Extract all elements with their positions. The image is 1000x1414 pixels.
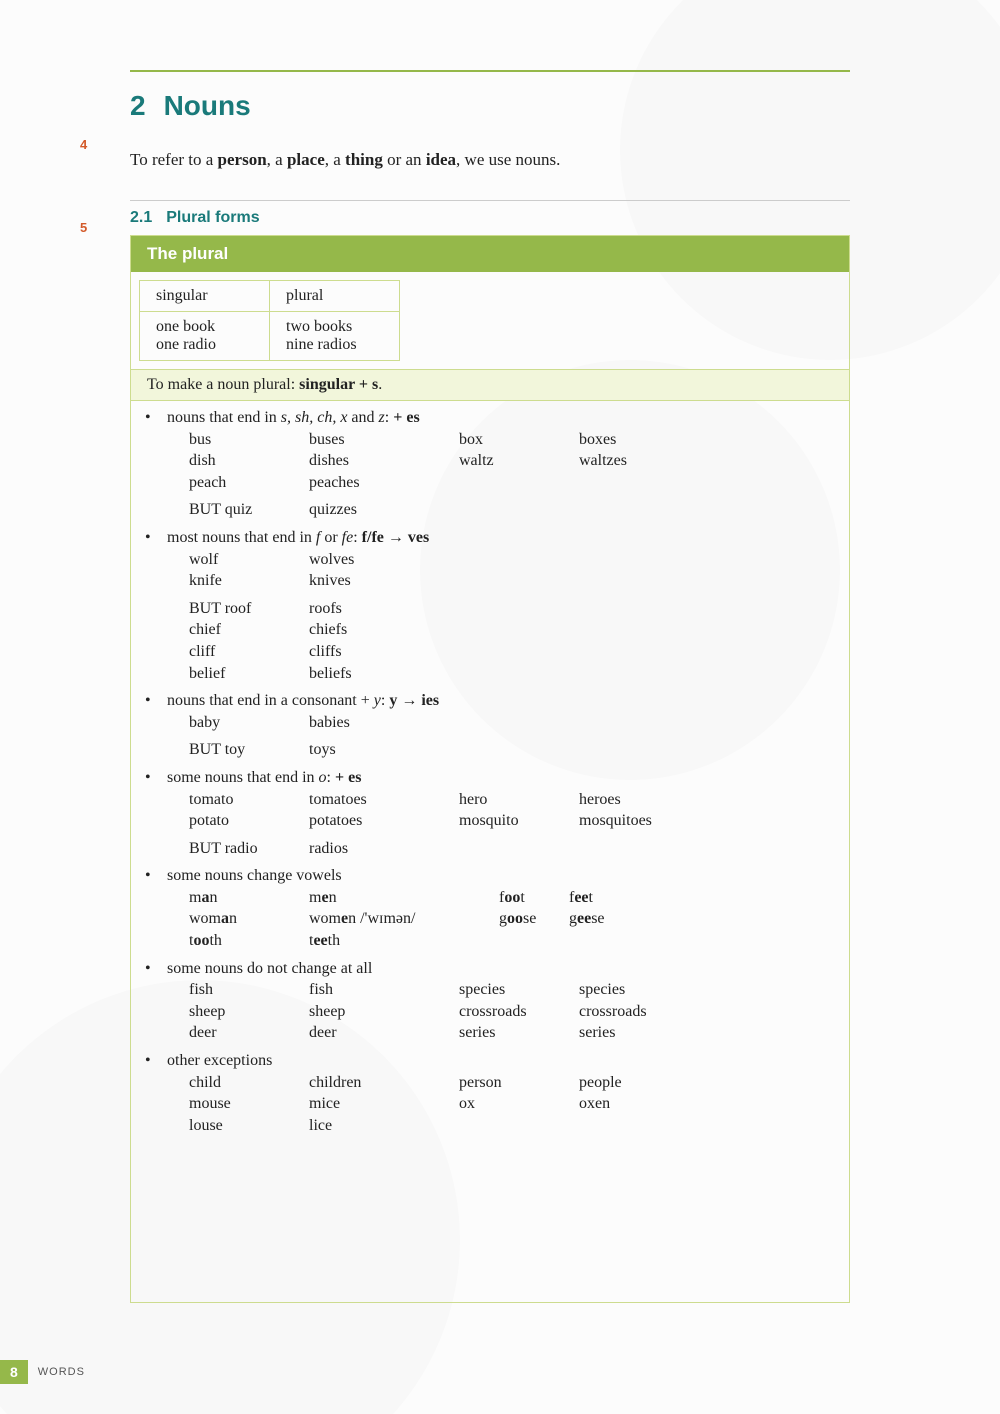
chapter-heading: 2 Nouns: [130, 90, 850, 122]
page-number: 8: [0, 1360, 28, 1384]
subsection-heading-wrap: 2.1 Plural forms: [130, 200, 850, 227]
box-header: The plural: [131, 236, 849, 272]
table-header-plural: plural: [270, 281, 400, 312]
rule-es: • nouns that end in s, sh, ch, x and z: …: [139, 407, 841, 521]
bullet-icon: •: [139, 407, 167, 429]
subsection-number: 2.1: [130, 209, 152, 226]
table-cell: one bookone radio: [140, 312, 270, 361]
rule-other: • other exceptions childchildrenpersonpe…: [139, 1050, 841, 1136]
bullet-icon: •: [139, 865, 167, 887]
rule-no-change: • some nouns do not change at all fishfi…: [139, 958, 841, 1044]
rule-title: some nouns that end in o: + es: [167, 767, 841, 789]
rule-title: some nouns do not change at all: [167, 958, 841, 980]
section-label: WORDS: [38, 1366, 85, 1378]
bullet-icon: •: [139, 527, 167, 549]
table-cell: two booksnine radios: [270, 312, 400, 361]
bullet-icon: •: [139, 767, 167, 789]
table-header-singular: singular: [140, 281, 270, 312]
rules-list: • nouns that end in s, sh, ch, x and z: …: [131, 401, 849, 1302]
bullet-icon: •: [139, 690, 167, 712]
plural-box: The plural singular plural one bookone r…: [130, 235, 850, 1303]
chapter-title-text: Nouns: [164, 90, 251, 121]
intro-paragraph: To refer to a person, a place, a thing o…: [130, 150, 850, 170]
rule-title: nouns that end in s, sh, ch, x and z: + …: [167, 407, 841, 429]
rule-title: most nouns that end in f or fe: f/fe → v…: [167, 527, 841, 549]
subsection-title: Plural forms: [166, 209, 259, 226]
rule-title: nouns that end in a consonant + y: y → i…: [167, 690, 841, 712]
rule-oes: • some nouns that end in o: + es tomatot…: [139, 767, 841, 859]
plural-rule: To make a noun plural: singular + s.: [131, 369, 849, 401]
page-footer: 8 WORDS: [0, 1360, 85, 1384]
bullet-icon: •: [139, 958, 167, 980]
singular-plural-table: singular plural one bookone radio two bo…: [139, 280, 400, 361]
top-rule: [130, 70, 850, 72]
bullet-icon: •: [139, 1050, 167, 1072]
rule-ves: • most nouns that end in f or fe: f/fe →…: [139, 527, 841, 684]
rule-vowel-change: • some nouns change vowels man men foot …: [139, 865, 841, 951]
rule-title: other exceptions: [167, 1050, 841, 1072]
chapter-number: 2: [130, 90, 146, 121]
page-content: 4 5 2Nouns To refer to a person, a place…: [130, 70, 850, 1303]
subsection-heading: 2.1 Plural forms: [130, 209, 850, 227]
rule-title: some nouns change vowels: [167, 865, 841, 887]
rule-ies: • nouns that end in a consonant + y: y →…: [139, 690, 841, 761]
margin-number-4: 4: [80, 137, 87, 152]
margin-number-5: 5: [80, 220, 87, 235]
